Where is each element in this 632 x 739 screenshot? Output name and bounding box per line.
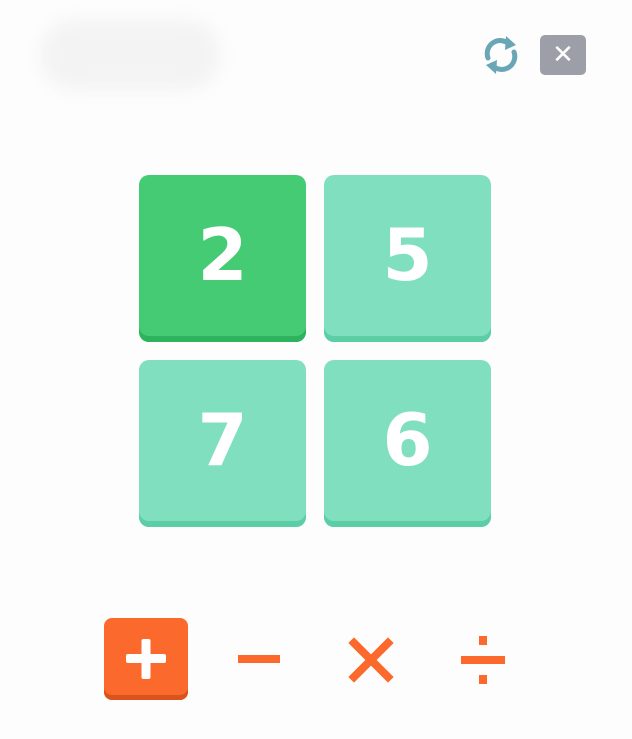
plus-icon bbox=[126, 639, 166, 679]
close-icon: ✕ bbox=[552, 40, 574, 70]
tile-value: 7 bbox=[197, 398, 248, 482]
number-tile[interactable]: 5 bbox=[324, 175, 491, 342]
tile-value: 6 bbox=[382, 398, 433, 482]
plus-button[interactable] bbox=[104, 618, 188, 700]
minus-icon bbox=[238, 655, 280, 663]
close-button[interactable]: ✕ bbox=[540, 35, 586, 75]
background-smudge bbox=[40, 20, 220, 90]
tile-value: 2 bbox=[197, 213, 248, 297]
number-tile[interactable]: 7 bbox=[139, 360, 306, 527]
divide-icon bbox=[461, 636, 505, 684]
multiply-button[interactable] bbox=[329, 618, 413, 700]
tile-value: 5 bbox=[382, 213, 433, 297]
divide-button[interactable] bbox=[441, 618, 525, 700]
number-tile[interactable]: 2 bbox=[139, 175, 306, 342]
refresh-icon bbox=[484, 36, 518, 74]
number-tile[interactable]: 6 bbox=[324, 360, 491, 527]
minus-button[interactable] bbox=[217, 618, 301, 700]
game-board: ✕ 2 5 7 6 bbox=[0, 0, 632, 739]
multiply-icon bbox=[348, 637, 394, 683]
refresh-button[interactable] bbox=[476, 30, 526, 80]
